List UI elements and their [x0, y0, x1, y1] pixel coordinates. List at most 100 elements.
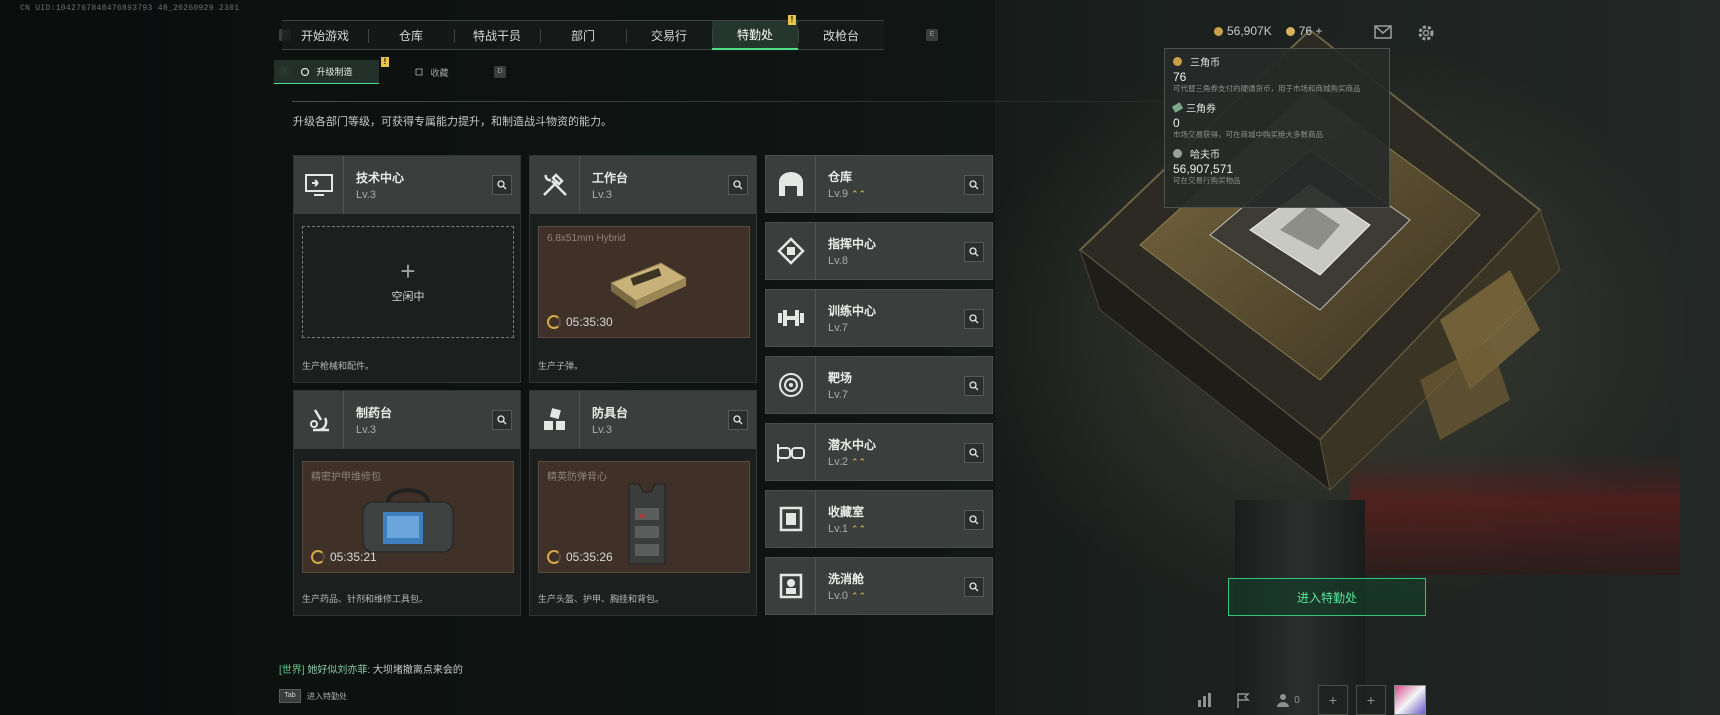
- currency-bar: 56,907K 76 +: [1214, 24, 1322, 38]
- card-title: 工作台: [592, 171, 629, 185]
- tri-coin-display[interactable]: 76 +: [1285, 24, 1322, 38]
- item-title: 仓库: [828, 170, 853, 184]
- search-icon[interactable]: [728, 410, 748, 430]
- item-title: 指挥中心: [828, 237, 877, 251]
- timer-value: 05:35:26: [566, 550, 613, 564]
- tab-special-ops[interactable]: 特勤处 !: [712, 15, 798, 50]
- tooltip-haf-coin: 哈夫币 56,907,571 可在交易行购买物品: [1173, 146, 1381, 186]
- subtab-label: 升级制造: [316, 67, 353, 77]
- search-icon[interactable]: [964, 175, 984, 195]
- timer-icon: [547, 550, 561, 564]
- product-name: 精英防弹背心: [547, 472, 607, 483]
- tab-operators[interactable]: 特战干员: [454, 20, 540, 50]
- item-title: 训练中心: [828, 304, 877, 318]
- tab-label: 仓库: [398, 28, 423, 43]
- gear-icon[interactable]: [1417, 24, 1435, 47]
- search-icon[interactable]: [964, 577, 984, 597]
- dept-card-tech-center[interactable]: 技术中心 Lv.3 + 空闲中 生产枪械和配件。: [293, 155, 521, 383]
- card-level: Lv.3: [356, 424, 376, 436]
- item-level: Lv.8: [828, 255, 848, 267]
- card-footer: 生产枪械和配件。: [302, 361, 375, 371]
- dept-item-collection-room[interactable]: 收藏室 Lv.1 ⌃⌃: [765, 490, 993, 548]
- subtab-upgrade-craft[interactable]: 升级制造: [274, 60, 379, 84]
- tab-label: 改枪台: [822, 28, 859, 43]
- tab-warehouse[interactable]: 仓库: [368, 20, 454, 50]
- idle-label: 空闲中: [391, 291, 425, 303]
- cubes-icon: [530, 391, 580, 449]
- timer-value: 05:35:21: [330, 550, 377, 564]
- dept-card-pharmacy[interactable]: 制药台 Lv.3 精密护甲维修包 05:35:21 生产药品、针剂和维修工具包。: [293, 390, 521, 616]
- tab-hint: Tab 进入特勤处: [279, 689, 347, 703]
- friends-count: 0: [1294, 694, 1300, 706]
- card-title: 防具台: [592, 406, 629, 420]
- subtab-collection[interactable]: 收藏: [379, 60, 484, 84]
- search-icon[interactable]: [492, 410, 512, 430]
- upgrade-arrow-icon: ⌃⌃: [850, 591, 867, 601]
- card-header: 防具台 Lv.3: [530, 391, 756, 449]
- stats-icon[interactable]: [1190, 685, 1220, 715]
- flag-icon[interactable]: [1228, 685, 1258, 715]
- tab-hint-label: 进入特勤处: [307, 691, 347, 701]
- diving-mask-icon: [766, 423, 816, 481]
- item-title: 靶场: [828, 371, 853, 385]
- haf-coin-desc: 可在交易行购买物品: [1173, 176, 1241, 185]
- decon-icon: [766, 557, 816, 615]
- add-currency-button[interactable]: +: [1315, 24, 1322, 38]
- add-button[interactable]: +: [1318, 685, 1348, 715]
- dept-item-diving-center[interactable]: 潜水中心 Lv.2 ⌃⌃: [765, 423, 993, 481]
- product-name: 6.8x51mm Hybrid: [547, 233, 626, 244]
- dept-card-armor[interactable]: 防具台 Lv.3 精英防弹背心 05:35:26 生产头盔、护甲、胸挂和背包。: [529, 390, 757, 616]
- mail-icon[interactable]: [1374, 25, 1392, 44]
- dept-item-decontamination[interactable]: 洗消舱 Lv.0 ⌃⌃: [765, 557, 993, 615]
- currency-tooltip: 三角币 76 可代替三角券支付的硬通货币，用于市场和商城购买商品 三角券 0 市…: [1164, 48, 1390, 208]
- dept-item-command-center[interactable]: 指挥中心 Lv.8: [765, 222, 993, 280]
- dept-item-shooting-range[interactable]: 靶场 Lv.7: [765, 356, 993, 414]
- dumbbell-icon: [766, 289, 816, 347]
- card-header: 工作台 Lv.3: [530, 156, 756, 214]
- enter-special-ops-button[interactable]: 进入特勤处: [1228, 578, 1426, 616]
- chat-message: 大坝堵撤离点来会的: [372, 665, 463, 676]
- production-slot[interactable]: 6.8x51mm Hybrid 05:35:30: [538, 226, 750, 338]
- card-title: 技术中心: [356, 171, 405, 185]
- friends-icon: [1277, 694, 1290, 707]
- tab-departments[interactable]: 部门: [540, 20, 626, 50]
- command-icon: [766, 222, 816, 280]
- warehouse-icon: [766, 155, 816, 213]
- search-icon[interactable]: [964, 376, 984, 396]
- search-icon[interactable]: [964, 510, 984, 530]
- dept-card-workbench[interactable]: 工作台 Lv.3 6.8x51mm Hybrid 05:35:30 生产子弹。: [529, 155, 757, 383]
- tab-gunsmith[interactable]: 改枪台: [798, 20, 884, 50]
- collection-small-icon: [415, 68, 423, 76]
- search-icon[interactable]: [964, 309, 984, 329]
- timer-icon: [547, 315, 561, 329]
- haf-coin-icon: [1173, 149, 1182, 158]
- tab-label: 特战干员: [472, 28, 521, 43]
- idle-slot[interactable]: + 空闲中: [302, 226, 514, 338]
- tab-trading[interactable]: 交易行: [626, 20, 712, 50]
- tab-start-game[interactable]: 开始游戏: [282, 20, 368, 50]
- hammer-wrench-icon: [530, 156, 580, 214]
- tri-coin-value: 76: [1173, 70, 1187, 84]
- add-button-2[interactable]: +: [1356, 685, 1386, 715]
- search-icon[interactable]: [492, 175, 512, 195]
- friends-button[interactable]: 0: [1266, 685, 1310, 715]
- card-footer: 生产头盔、护甲、胸挂和背包。: [538, 594, 665, 604]
- dept-item-warehouse[interactable]: 仓库 Lv.9 ⌃⌃: [765, 155, 993, 213]
- chat-line[interactable]: [世界] 她好似刘亦菲: 大坝堵撤离点来会的: [279, 661, 463, 676]
- search-icon[interactable]: [964, 443, 984, 463]
- subnav-next-key: D: [494, 66, 506, 78]
- search-icon[interactable]: [964, 242, 984, 262]
- production-slot[interactable]: 精英防弹背心 05:35:26: [538, 461, 750, 573]
- dept-item-training-center[interactable]: 训练中心 Lv.7: [765, 289, 993, 347]
- page-description: 升级各部门等级，可获得专属能力提升，和制造战斗物资的能力。: [293, 116, 612, 128]
- chat-sender: 她好似刘亦菲:: [307, 665, 371, 676]
- production-slot[interactable]: 精密护甲维修包 05:35:21: [302, 461, 514, 573]
- chat-channel: [世界]: [279, 665, 305, 676]
- target-icon: [766, 356, 816, 414]
- tab-label: 部门: [570, 28, 595, 43]
- haf-coin-display[interactable]: 56,907K: [1214, 24, 1272, 38]
- upgrade-arrow-icon: ⌃⌃: [850, 524, 867, 534]
- search-icon[interactable]: [728, 175, 748, 195]
- avatar[interactable]: [1394, 685, 1426, 715]
- tab-label: 交易行: [650, 28, 687, 43]
